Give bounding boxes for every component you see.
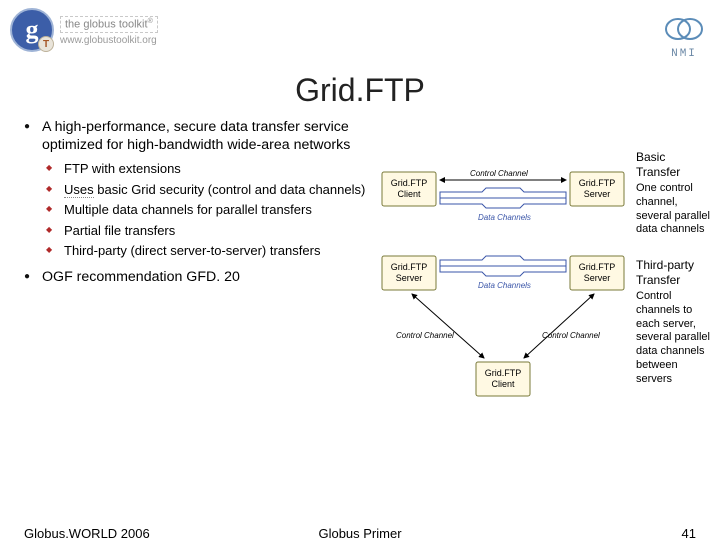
data-channels-label-2: Data Channels [478,281,531,290]
nmi-label: NMI [664,48,704,60]
footer-page-number: 41 [682,526,696,541]
footer-left: Globus.WORLD 2006 [24,526,150,541]
svg-text:Grid.FTPServer: Grid.FTPServer [579,262,616,283]
basic-transfer-annotation: Basic Transfer One control channel, seve… [636,150,712,237]
globus-toolkit-logo: gT the globus toolkit® www.globustoolkit… [10,8,158,52]
third-party-diagram: Grid.FTPServer Grid.FTPServer Grid.FTPCl… [378,252,708,402]
bullet-1: A high-performance, secure data transfer… [24,118,370,260]
toolkit-url: www.globustoolkit.org [60,35,158,46]
sub-bullet-1: FTP with extensions [42,161,370,178]
bullet-body: A high-performance, secure data transfer… [24,118,370,294]
globus-badge-icon: gT [10,8,54,52]
basic-transfer-diagram: Grid.FTPClient Grid.FTPServer Control Ch… [378,152,708,230]
sub-bullet-2: Uses basic Grid security (control and da… [42,182,370,199]
toolkit-text: the globus toolkit® [60,16,158,33]
bullet-2: OGF recommendation GFD. 20 [24,268,370,286]
diagram-area: Grid.FTPClient Grid.FTPServer Control Ch… [378,152,708,424]
third-party-annotation: Third-party Transfer Control channels to… [636,258,712,386]
box-server: Grid.FTPServer [579,178,616,199]
control-channel-label-3: Control Channel [542,331,600,340]
slide-title: Grid.FTP [0,72,720,109]
footer-center: Globus Primer [318,526,401,541]
slide: gT the globus toolkit® www.globustoolkit… [0,0,720,540]
sub-bullet-5: Third-party (direct server-to-server) tr… [42,243,370,260]
sub-bullet-3: Multiple data channels for parallel tran… [42,202,370,219]
nmi-rings-icon [664,14,704,44]
nmi-logo: NMI [664,14,704,60]
control-channel-label-2: Control Channel [396,331,454,340]
control-channel-label: Control Channel [470,169,528,178]
data-channels-label: Data Channels [478,213,531,222]
svg-text:Grid.FTPServer: Grid.FTPServer [391,262,428,283]
sub-bullet-4: Partial file transfers [42,223,370,240]
header-logos: gT the globus toolkit® www.globustoolkit… [10,8,710,72]
